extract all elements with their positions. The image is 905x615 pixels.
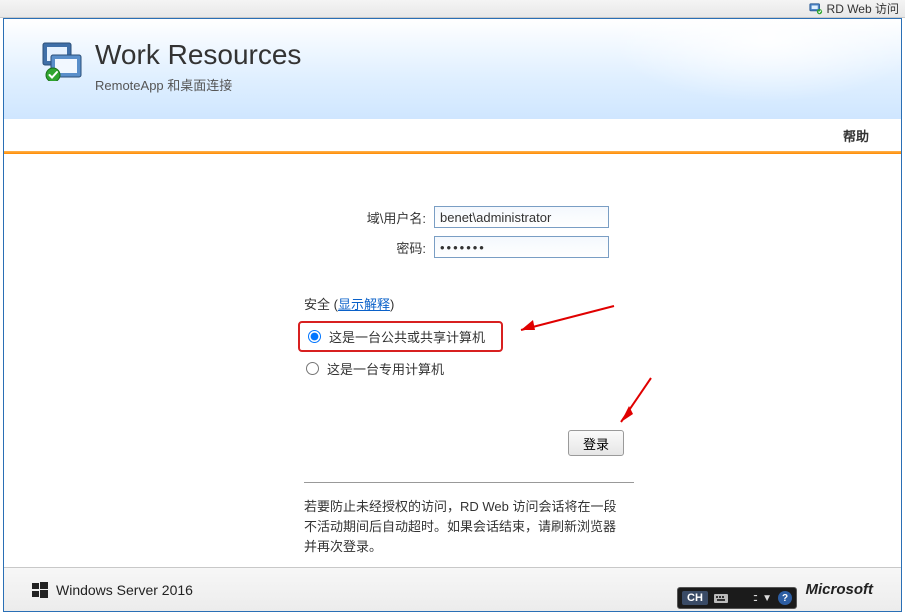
username-label: 域\用户名:: [304, 208, 434, 227]
footer-vendor-label: Microsoft: [806, 581, 874, 598]
ime-grip-icon[interactable]: :::: [753, 592, 756, 604]
radio-public-computer[interactable]: 这是一台公共或共享计算机: [298, 321, 503, 352]
window-title-text: RD Web 访问: [827, 0, 899, 17]
ime-language-bar[interactable]: CH ::: ▼ ?: [677, 587, 797, 609]
footer-product-label: Windows Server 2016: [56, 582, 193, 598]
content-area: 域\用户名: 密码: 安全 (显示解释) 这是一台公共或共享计算机 这是一台专用…: [4, 174, 901, 563]
radio-private-computer[interactable]: 这是一台专用计算机: [298, 355, 634, 382]
header-band: Work Resources RemoteApp 和桌面连接: [4, 19, 901, 119]
timeout-footnote: 若要防止未经授权的访问，RD Web 访问会话将在一段不活动期间后自动超时。如果…: [304, 482, 634, 557]
rdweb-icon: [809, 2, 823, 16]
security-explain-link[interactable]: 显示解释: [338, 297, 390, 312]
footer-left: Windows Server 2016: [32, 582, 193, 598]
login-button[interactable]: 登录: [568, 430, 624, 456]
password-label: 密码:: [304, 238, 434, 257]
password-row: 密码:: [304, 236, 634, 258]
login-form: 域\用户名: 密码: 安全 (显示解释) 这是一台公共或共享计算机 这是一台专用…: [304, 206, 634, 557]
keyboard-icon[interactable]: [714, 592, 728, 604]
radio-public-label[interactable]: 这是一台公共或共享计算机: [329, 327, 485, 346]
security-block: 安全 (显示解释) 这是一台公共或共享计算机 这是一台专用计算机: [304, 294, 634, 382]
help-row: 帮助: [4, 119, 901, 151]
username-row: 域\用户名:: [304, 206, 634, 228]
security-title: 安全 (显示解释): [304, 294, 634, 313]
divider-orange: [4, 151, 901, 154]
ime-lang-badge[interactable]: CH: [682, 591, 708, 605]
header-text-block: Work Resources RemoteApp 和桌面连接: [95, 41, 301, 94]
radio-private-label[interactable]: 这是一台专用计算机: [327, 359, 444, 378]
main-window: Work Resources RemoteApp 和桌面连接 帮助 域\用户名:…: [3, 18, 902, 612]
security-title-suffix: ): [390, 297, 394, 312]
windows-logo-icon: [32, 582, 48, 598]
work-resources-icon: [39, 41, 85, 81]
ime-caret-icon[interactable]: ▼: [762, 593, 772, 604]
security-title-prefix: 安全 (: [304, 297, 338, 312]
password-input[interactable]: [434, 236, 609, 258]
page-title: Work Resources: [95, 41, 301, 69]
radio-private-input[interactable]: [306, 362, 319, 375]
radio-public-input[interactable]: [308, 330, 321, 343]
ime-help-icon[interactable]: ?: [778, 591, 792, 605]
username-input[interactable]: [434, 206, 609, 228]
page-subtitle: RemoteApp 和桌面连接: [95, 75, 301, 94]
window-titlebar: RD Web 访问: [0, 0, 905, 18]
help-link[interactable]: 帮助: [843, 126, 869, 145]
login-button-row: 登录: [304, 430, 634, 456]
